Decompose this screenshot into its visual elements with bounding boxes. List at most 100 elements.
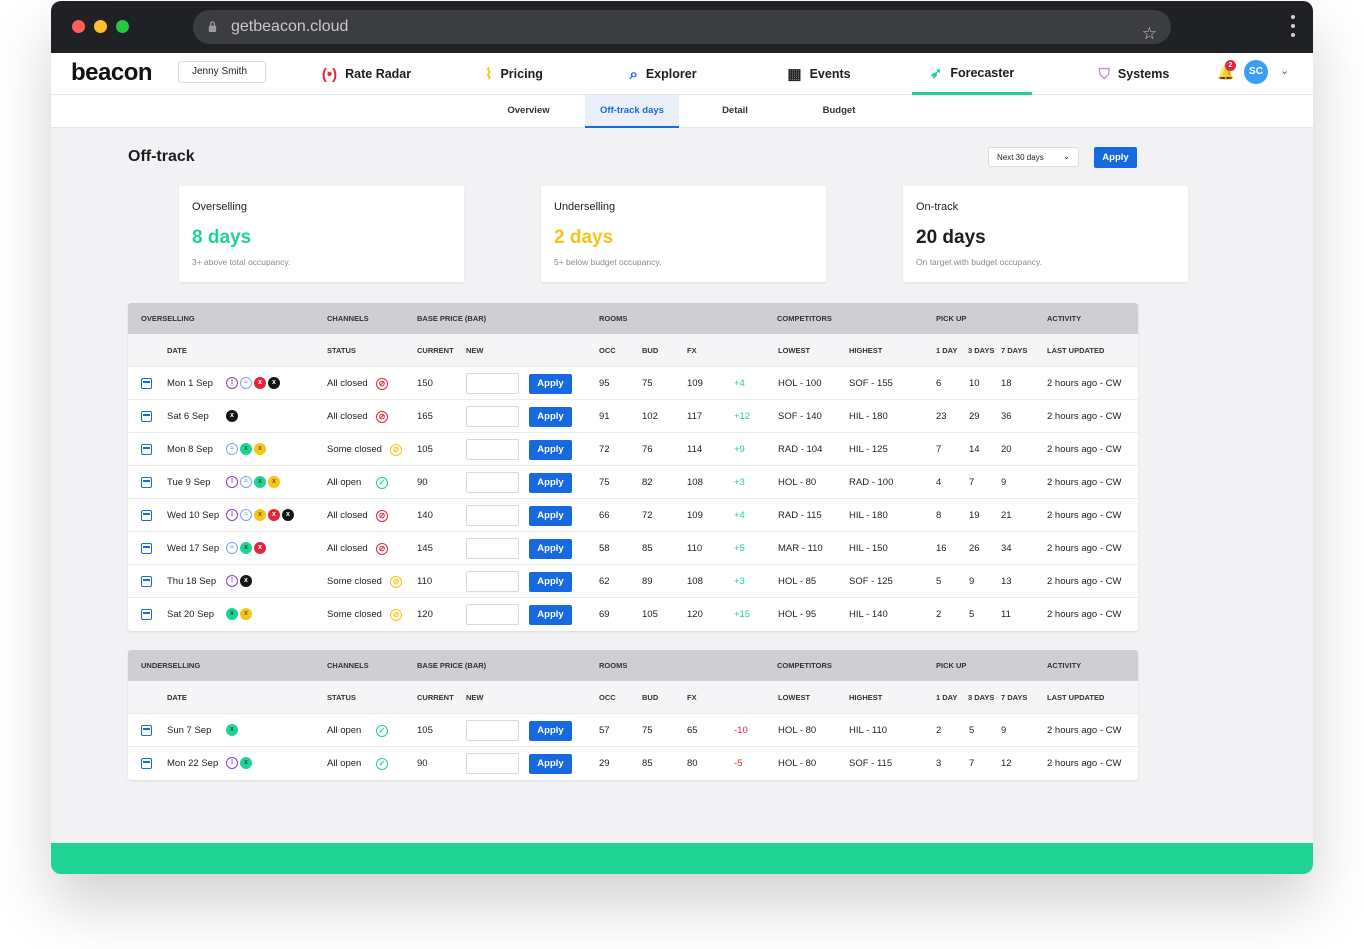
row-bud: 75 xyxy=(642,725,653,736)
row-bud: 76 xyxy=(642,444,653,455)
date-range-select[interactable]: Next 30 days ⌄ xyxy=(988,147,1079,167)
row-pickup-1d: 3 xyxy=(936,758,942,769)
nav-item-rate-radar[interactable]: (•) Rate Radar xyxy=(314,53,419,95)
table-column-header: DATE STATUS CURRENT NEW OCC BUD FX LOWEST HIGHES… xyxy=(128,681,1138,714)
row-highest: HIL - 125 xyxy=(849,444,888,455)
calendar-icon[interactable] xyxy=(141,758,152,769)
column-header-fx: FX xyxy=(687,346,697,355)
column-header-date: DATE xyxy=(167,693,187,702)
calendar-icon[interactable] xyxy=(141,725,152,736)
row-date[interactable]: Mon 22 Sep xyxy=(167,747,218,780)
channel-icons: xx xyxy=(226,608,252,620)
close-window-icon[interactable] xyxy=(72,20,85,33)
apply-range-button[interactable]: Apply xyxy=(1094,147,1137,168)
channel-icon: x xyxy=(240,443,252,455)
group-header-activity: ACTIVITY xyxy=(1047,314,1082,323)
calendar-icon[interactable] xyxy=(141,543,152,554)
channel-icon: ! xyxy=(226,575,238,587)
calendar-icon[interactable] xyxy=(141,378,152,389)
new-price-input[interactable] xyxy=(466,406,519,427)
row-current-price: 140 xyxy=(417,510,433,521)
card-value: 2 days xyxy=(554,227,614,248)
new-price-input[interactable] xyxy=(466,538,519,559)
row-pickup-7d: 12 xyxy=(1001,758,1012,769)
apply-price-button[interactable]: Apply xyxy=(529,754,572,774)
channel-icon: ! xyxy=(226,757,238,769)
tab-overview[interactable]: Overview xyxy=(495,95,562,128)
row-highest: SOF - 125 xyxy=(849,576,893,587)
apply-price-button[interactable]: Apply xyxy=(529,506,572,526)
column-header-new: NEW xyxy=(466,346,484,355)
new-price-input[interactable] xyxy=(466,753,519,774)
apply-price-button[interactable]: Apply xyxy=(529,539,572,559)
tab-detail[interactable]: Detail xyxy=(705,95,765,128)
new-price-input[interactable] xyxy=(466,439,519,460)
beacon-logo[interactable]: beacon xyxy=(71,59,153,87)
row-date[interactable]: Thu 18 Sep xyxy=(167,565,216,598)
new-price-input[interactable] xyxy=(466,472,519,493)
user-selector[interactable]: Jenny Smith xyxy=(178,61,266,83)
row-date[interactable]: Wed 10 Sep xyxy=(167,499,219,532)
new-price-input[interactable] xyxy=(466,505,519,526)
row-pickup-7d: 9 xyxy=(1001,477,1007,488)
apply-price-button[interactable]: Apply xyxy=(529,374,572,394)
apply-price-button[interactable]: Apply xyxy=(529,407,572,427)
row-pickup-7d: 13 xyxy=(1001,576,1012,587)
minimize-window-icon[interactable] xyxy=(94,20,107,33)
nav-item-explorer[interactable]: ⌕ Explorer xyxy=(620,53,706,95)
row-highest: RAD - 100 xyxy=(849,477,894,488)
new-price-input[interactable] xyxy=(466,604,519,625)
apply-price-button[interactable]: Apply xyxy=(529,572,572,592)
avatar[interactable]: SC xyxy=(1244,60,1268,84)
calendar-icon[interactable] xyxy=(141,411,152,422)
new-price-input[interactable] xyxy=(466,720,519,741)
row-pickup-1d: 23 xyxy=(936,411,947,422)
group-header-rooms: ROOMS xyxy=(599,661,628,670)
calendar-icon[interactable] xyxy=(141,444,152,455)
row-diff: +9 xyxy=(734,444,745,455)
row-pickup-1d: 2 xyxy=(936,609,942,620)
notification-bell-icon[interactable]: 🔔 2 xyxy=(1217,60,1236,81)
calendar-icon[interactable] xyxy=(141,576,152,587)
browser-menu-icon[interactable] xyxy=(1291,15,1295,42)
apply-price-button[interactable]: Apply xyxy=(529,605,572,625)
row-pickup-1d: 7 xyxy=(936,444,942,455)
tab-budget[interactable]: Budget xyxy=(804,95,874,128)
maximize-window-icon[interactable] xyxy=(116,20,129,33)
channel-icon: x xyxy=(282,509,294,521)
row-date[interactable]: Mon 8 Sep xyxy=(167,433,213,466)
radar-icon: (•) xyxy=(321,65,338,83)
row-highest: HIL - 150 xyxy=(849,543,888,554)
row-date[interactable]: Wed 17 Sep xyxy=(167,532,219,565)
apply-price-button[interactable]: Apply xyxy=(529,440,572,460)
chevron-down-icon[interactable]: ⌄ xyxy=(1280,64,1289,77)
row-fx: 114 xyxy=(687,444,703,455)
calendar-icon[interactable] xyxy=(141,510,152,521)
row-date[interactable]: Sat 20 Sep xyxy=(167,598,214,631)
row-status: All closed xyxy=(327,378,368,389)
nav-item-events[interactable]: ▦ Events xyxy=(784,53,854,95)
column-header-date: DATE xyxy=(167,346,187,355)
row-occ: 62 xyxy=(599,576,610,587)
new-price-input[interactable] xyxy=(466,571,519,592)
row-current-price: 120 xyxy=(417,609,433,620)
pulse-icon: ⌇ xyxy=(485,66,493,83)
apply-price-button[interactable]: Apply xyxy=(529,473,572,493)
row-date[interactable]: Tue 9 Sep xyxy=(167,466,210,499)
address-bar[interactable]: getbeacon.cloud ☆ xyxy=(193,10,1171,44)
tab-off-track-days[interactable]: Off-track days xyxy=(585,95,679,128)
calendar-icon[interactable] xyxy=(141,609,152,620)
row-date[interactable]: Sun 7 Sep xyxy=(167,714,211,747)
apply-price-button[interactable]: Apply xyxy=(529,721,572,741)
group-header-base_price: BASE PRICE (BAR) xyxy=(417,314,487,323)
group-header-base_price: BASE PRICE (BAR) xyxy=(417,661,487,670)
calendar-icon[interactable] xyxy=(141,477,152,488)
bookmark-star-icon[interactable]: ☆ xyxy=(1142,17,1157,51)
row-date[interactable]: Mon 1 Sep xyxy=(167,367,213,400)
new-price-input[interactable] xyxy=(466,373,519,394)
row-date[interactable]: Sat 6 Sep xyxy=(167,400,209,433)
nav-item-systems[interactable]: ⛉ Systems xyxy=(1094,53,1174,95)
nav-item-forecaster[interactable]: ➶ Forecaster xyxy=(912,53,1032,95)
nav-item-pricing[interactable]: ⌇ Pricing xyxy=(474,53,554,95)
column-header-bud: BUD xyxy=(642,346,659,355)
